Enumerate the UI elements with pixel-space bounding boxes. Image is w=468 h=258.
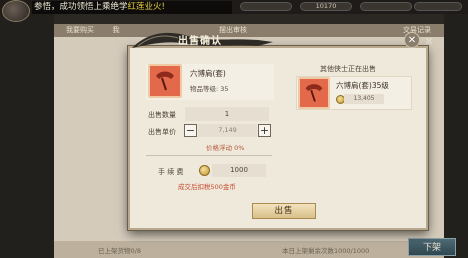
tab-sell[interactable]: 我	[106, 24, 126, 37]
price-float-label: 价格浮动	[206, 144, 232, 152]
quantity-label: 出售数量	[148, 111, 176, 119]
divider	[146, 155, 272, 156]
broadcast-text: 成功领悟上乘绝学	[59, 2, 128, 12]
quantity-field[interactable]: 1	[185, 107, 269, 121]
right-background	[444, 14, 468, 258]
dialog-title: 出售确认	[178, 36, 222, 47]
resource-pill-4	[414, 2, 462, 11]
others-selling-title: 其他侠士正在出售	[320, 65, 376, 73]
item-name: 六博肩(套)	[190, 69, 226, 78]
other-listing-price: 13,405	[344, 94, 384, 104]
item-level-value: 35	[220, 85, 229, 93]
broadcast-highlight: 红莲业火!	[127, 2, 165, 12]
fee-value: 1000	[212, 164, 266, 177]
remaining-listings: 本日上架剩余次数1000/1000	[282, 247, 370, 255]
broadcast-prefix: 参悟，	[34, 2, 60, 12]
coin-icon	[199, 165, 210, 176]
price-label: 出售单价	[148, 128, 176, 136]
resource-pill-3	[360, 2, 412, 11]
resource-pill-1	[240, 2, 292, 11]
price-float-value: 0%	[234, 144, 245, 152]
unshelve-button[interactable]: 下架	[408, 238, 456, 256]
close-icon[interactable]: ✕	[404, 32, 420, 48]
item-level-label: 物品等级:	[190, 85, 219, 93]
avatar[interactable]	[2, 0, 30, 22]
fee-note: 成交后扣税500金币	[178, 183, 236, 191]
fee-label: 手 续 费	[158, 168, 184, 176]
item-level: 物品等级: 35	[190, 83, 229, 93]
shoulder-armor-icon	[298, 77, 330, 109]
tab-buy[interactable]: 我要购买	[58, 24, 102, 37]
other-listing-name: 六博肩(套)35级	[336, 81, 389, 90]
shoulder-armor-icon	[148, 64, 182, 98]
price-float: 价格浮动 0%	[206, 142, 244, 152]
price-field[interactable]: 7,149	[198, 124, 257, 137]
shelved-count: 已上架货物0/8	[98, 247, 141, 255]
resource-pill-2: 10170	[300, 2, 352, 11]
left-background	[0, 14, 54, 258]
price-increase-button[interactable]: +	[258, 124, 271, 137]
sell-button[interactable]: 出售	[252, 203, 316, 219]
price-decrease-button[interactable]: −	[184, 124, 197, 137]
broadcast-message: 参悟，成功领悟上乘绝学红莲业火!	[32, 1, 232, 14]
